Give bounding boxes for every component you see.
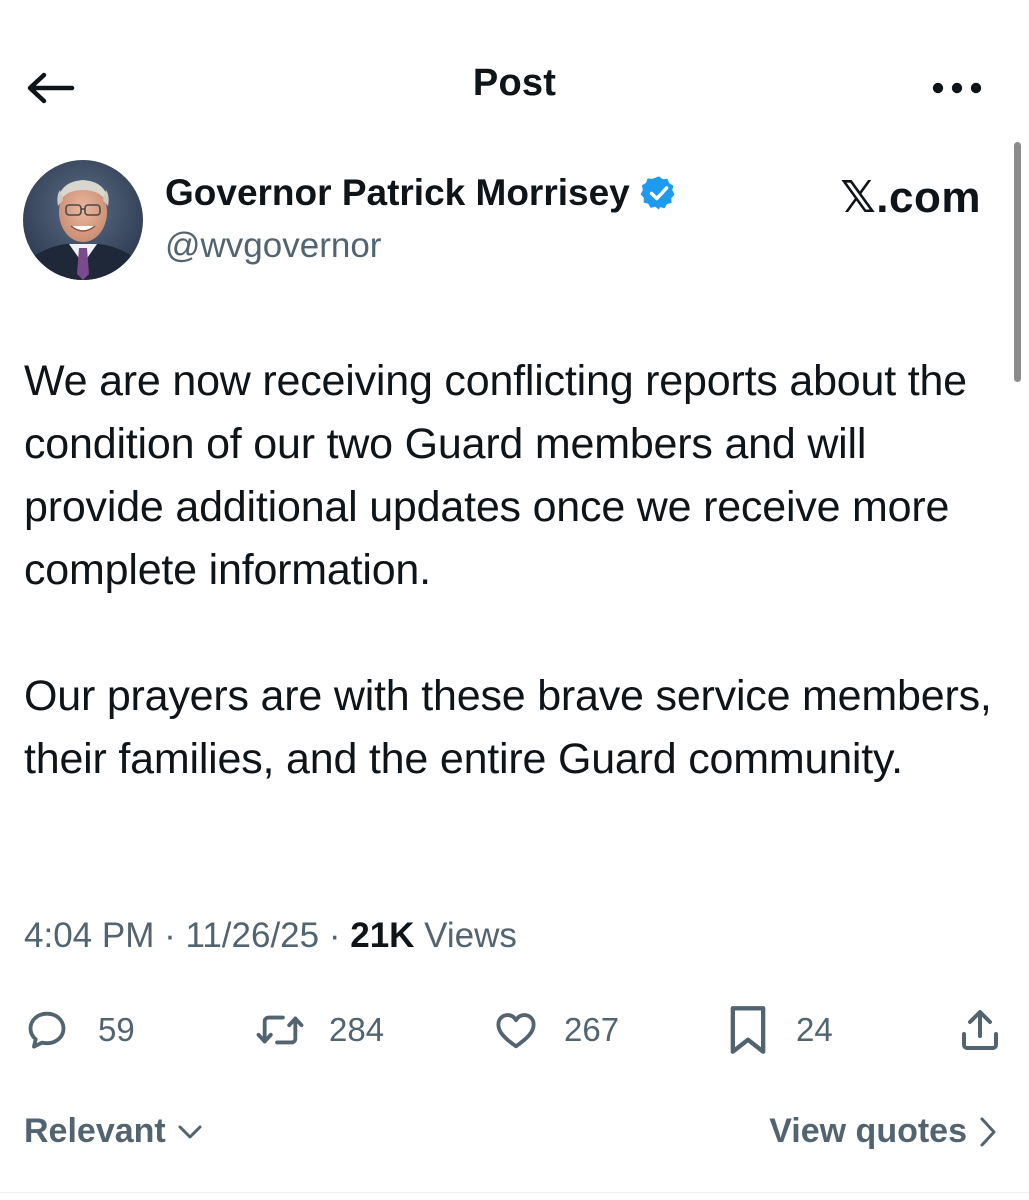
share-icon: [962, 1010, 998, 1050]
replies-controls: Relevant View quotes: [0, 1112, 1029, 1162]
reply-count: 59: [98, 1011, 135, 1048]
meta-separator: ·: [319, 916, 351, 955]
post-date[interactable]: 11/26/25: [185, 916, 319, 955]
heart-icon: [496, 1013, 536, 1049]
bookmark-count: 24: [796, 1011, 833, 1048]
page-title: Post: [472, 62, 557, 104]
more-horizontal-icon: [932, 82, 982, 94]
more-button[interactable]: [929, 74, 985, 102]
bookmark-icon: [730, 1006, 766, 1054]
like-button[interactable]: 267: [492, 1000, 619, 1060]
bookmark-button[interactable]: 24: [726, 1000, 833, 1060]
avatar[interactable]: [23, 160, 143, 280]
top-bar: Post: [0, 0, 1029, 170]
repost-count: 284: [329, 1011, 385, 1048]
post-time[interactable]: 4:04 PM: [24, 916, 154, 955]
post-paragraph: Our prayers are with these brave service…: [24, 672, 992, 783]
chevron-right-icon: [977, 1115, 999, 1149]
divider: [0, 1192, 1029, 1193]
author-handle[interactable]: @wvgovernor: [165, 226, 381, 266]
reply-icon: [28, 1011, 66, 1049]
post-paragraph: We are now receiving conflicting reports…: [24, 357, 967, 594]
profile-photo: [23, 160, 143, 280]
repost-button[interactable]: 284: [255, 1000, 384, 1060]
reply-button[interactable]: 59: [24, 1000, 135, 1060]
meta-separator: ·: [154, 916, 186, 955]
site-watermark: 𝕏.com: [840, 173, 981, 222]
views-label: Views: [414, 916, 517, 955]
author-name[interactable]: Governor Patrick Morrisey: [165, 172, 630, 214]
views-count[interactable]: 21K: [350, 916, 414, 955]
repost-icon: [256, 1015, 304, 1045]
sort-replies-dropdown[interactable]: Relevant: [24, 1112, 204, 1151]
like-count: 267: [564, 1011, 620, 1048]
sort-label: Relevant: [24, 1112, 166, 1150]
scrollbar[interactable]: [1014, 142, 1021, 382]
view-quotes-link[interactable]: View quotes: [769, 1112, 999, 1151]
author-name-row[interactable]: Governor Patrick Morrisey: [165, 172, 678, 214]
post-meta: 4:04 PM · 11/26/25 · 21K Views: [24, 916, 517, 956]
chevron-down-icon: [176, 1122, 204, 1142]
verified-badge-icon: [640, 174, 678, 212]
share-button[interactable]: [956, 1000, 1004, 1060]
action-bar: 59 284 267 24: [0, 1000, 1029, 1060]
view-quotes-label: View quotes: [769, 1112, 967, 1150]
post-text: We are now receiving conflicting reports…: [24, 350, 1004, 791]
